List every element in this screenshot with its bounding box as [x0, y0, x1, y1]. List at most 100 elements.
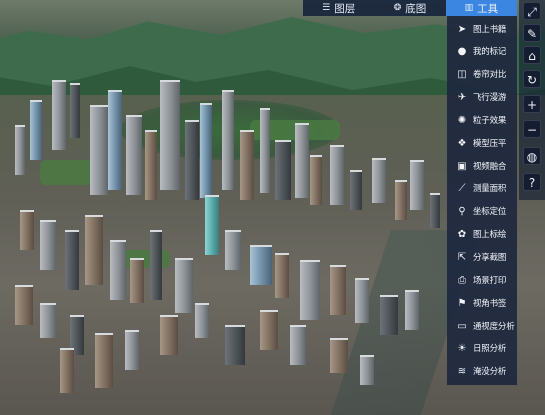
zoom-out-icon: −	[526, 123, 538, 137]
tool-label: 图上书籍	[473, 25, 507, 35]
tool-item-map-plot[interactable]: ✿ 图上标绘	[447, 223, 517, 245]
building	[40, 302, 56, 338]
location-icon: ⚲	[458, 205, 466, 217]
building	[126, 115, 142, 195]
print-icon: ⎙	[458, 274, 466, 286]
building	[372, 157, 386, 203]
list-icon: ☰	[322, 3, 331, 13]
tool-item-share-screenshot[interactable]: ⇱ 分享截图	[447, 246, 517, 268]
tool-label: 模型压平	[473, 139, 507, 149]
tool-item-map-book[interactable]: ➤ 图上书籍	[447, 18, 517, 40]
particle-icon: ✺	[457, 114, 467, 126]
building	[15, 125, 25, 175]
tab-layers[interactable]: ☰ 图层	[303, 0, 374, 16]
building	[240, 130, 254, 200]
tool-item-swipe-compare[interactable]: ◫ 卷帘对比	[447, 63, 517, 85]
globe-icon: ❂	[393, 3, 402, 13]
tool-label: 视频融合	[473, 162, 507, 172]
building	[130, 257, 144, 303]
building	[60, 347, 74, 393]
building	[40, 220, 56, 270]
tools-menu: ➤ 图上书籍 ● 我的标记 ◫ 卷帘对比 ✈ 飞行漫游 ✺ 粒子效果 ❖ 模型压…	[447, 16, 517, 385]
tool-item-my-marks[interactable]: ● 我的标记	[447, 40, 517, 62]
tool-item-measure-area[interactable]: ⟋ 测量面积	[447, 177, 517, 199]
tool-label: 通视度分析	[473, 322, 515, 332]
monitor-icon: ▭	[457, 320, 467, 332]
tool-item-view-bookmark[interactable]: ⚑ 视角书签	[447, 292, 517, 314]
building	[290, 325, 306, 365]
bookmark-icon: ⚑	[457, 297, 467, 309]
building	[85, 215, 103, 285]
video-icon: ▣	[457, 160, 467, 172]
tool-item-flood-analysis[interactable]: ≋ 淹没分析	[447, 360, 517, 382]
tool-label: 飞行漫游	[473, 93, 507, 103]
building	[205, 195, 219, 255]
chart-bar-icon: ▥	[464, 3, 474, 13]
building	[145, 130, 157, 200]
tool-label: 淹没分析	[473, 367, 507, 377]
zoom-out-button[interactable]: −	[523, 120, 541, 138]
building	[330, 337, 348, 373]
measure-button[interactable]: ✎	[523, 24, 541, 42]
tool-label: 粒子效果	[473, 116, 507, 126]
zoom-in-button[interactable]: +	[523, 95, 541, 113]
building	[108, 90, 122, 190]
building	[110, 240, 126, 300]
building	[195, 302, 209, 338]
building	[225, 325, 245, 365]
tool-item-scene-print[interactable]: ⎙ 场景打印	[447, 269, 517, 291]
refresh-icon: ↻	[526, 73, 538, 87]
send-arrow-icon: ➤	[457, 23, 467, 35]
building	[330, 145, 344, 205]
tool-label: 测量面积	[473, 184, 507, 194]
building	[160, 80, 180, 190]
tab-tools-label: 工具	[477, 2, 499, 15]
share-icon: ⇱	[457, 251, 467, 263]
tool-label: 场景打印	[473, 276, 507, 286]
tool-item-video-fusion[interactable]: ▣ 视频融合	[447, 155, 517, 177]
tool-item-sunlight-analysis[interactable]: ☀ 日照分析	[447, 337, 517, 359]
building	[395, 180, 407, 220]
tool-item-visibility-analysis[interactable]: ▭ 通视度分析	[447, 315, 517, 337]
building	[295, 122, 309, 198]
tool-item-particle-effect[interactable]: ✺ 粒子效果	[447, 109, 517, 131]
tool-item-coordinate-locate[interactable]: ⚲ 坐标定位	[447, 200, 517, 222]
tool-item-model-flatten[interactable]: ❖ 模型压平	[447, 132, 517, 154]
help-icon: ?	[528, 176, 536, 190]
building	[15, 285, 33, 325]
tool-label: 日照分析	[473, 344, 507, 354]
building	[20, 210, 34, 250]
tool-label: 卷帘对比	[473, 70, 507, 80]
tool-label: 分享截图	[473, 253, 507, 263]
right-toolbar: ⤢ ✎ ⌂ ↻ + − ◍ ?	[519, 0, 545, 200]
building	[52, 80, 66, 150]
ruler-icon: ⟋	[458, 182, 466, 194]
building	[30, 100, 42, 160]
fullscreen-button[interactable]: ⤢	[523, 2, 541, 20]
tool-label: 坐标定位	[473, 207, 507, 217]
help-button[interactable]: ?	[523, 173, 541, 191]
fullscreen-icon: ⤢	[527, 5, 537, 19]
building	[70, 82, 80, 138]
pin-icon: ●	[457, 45, 467, 57]
building	[175, 257, 193, 313]
tab-basemap[interactable]: ❂ 底图	[374, 0, 445, 16]
building	[330, 265, 346, 315]
globe-icon: ◍	[526, 150, 538, 164]
building	[410, 160, 424, 210]
building	[95, 332, 113, 388]
globe-button[interactable]: ◍	[523, 147, 541, 165]
home-button[interactable]: ⌂	[523, 46, 541, 64]
tool-item-fly-roam[interactable]: ✈ 飞行漫游	[447, 86, 517, 108]
building	[275, 252, 289, 298]
compare-icon: ◫	[457, 68, 467, 80]
layers-icon: ❖	[457, 137, 467, 149]
building	[405, 290, 419, 330]
top-tab-bar: ☰ 图层 ❂ 底图 ▥ 工具	[303, 0, 517, 16]
refresh-button[interactable]: ↻	[523, 70, 541, 88]
zoom-in-icon: +	[526, 98, 538, 112]
tab-basemap-label: 底图	[405, 2, 427, 15]
flood-icon: ≋	[457, 365, 467, 377]
tab-tools[interactable]: ▥ 工具	[445, 0, 517, 16]
tab-layers-label: 图层	[334, 2, 356, 15]
